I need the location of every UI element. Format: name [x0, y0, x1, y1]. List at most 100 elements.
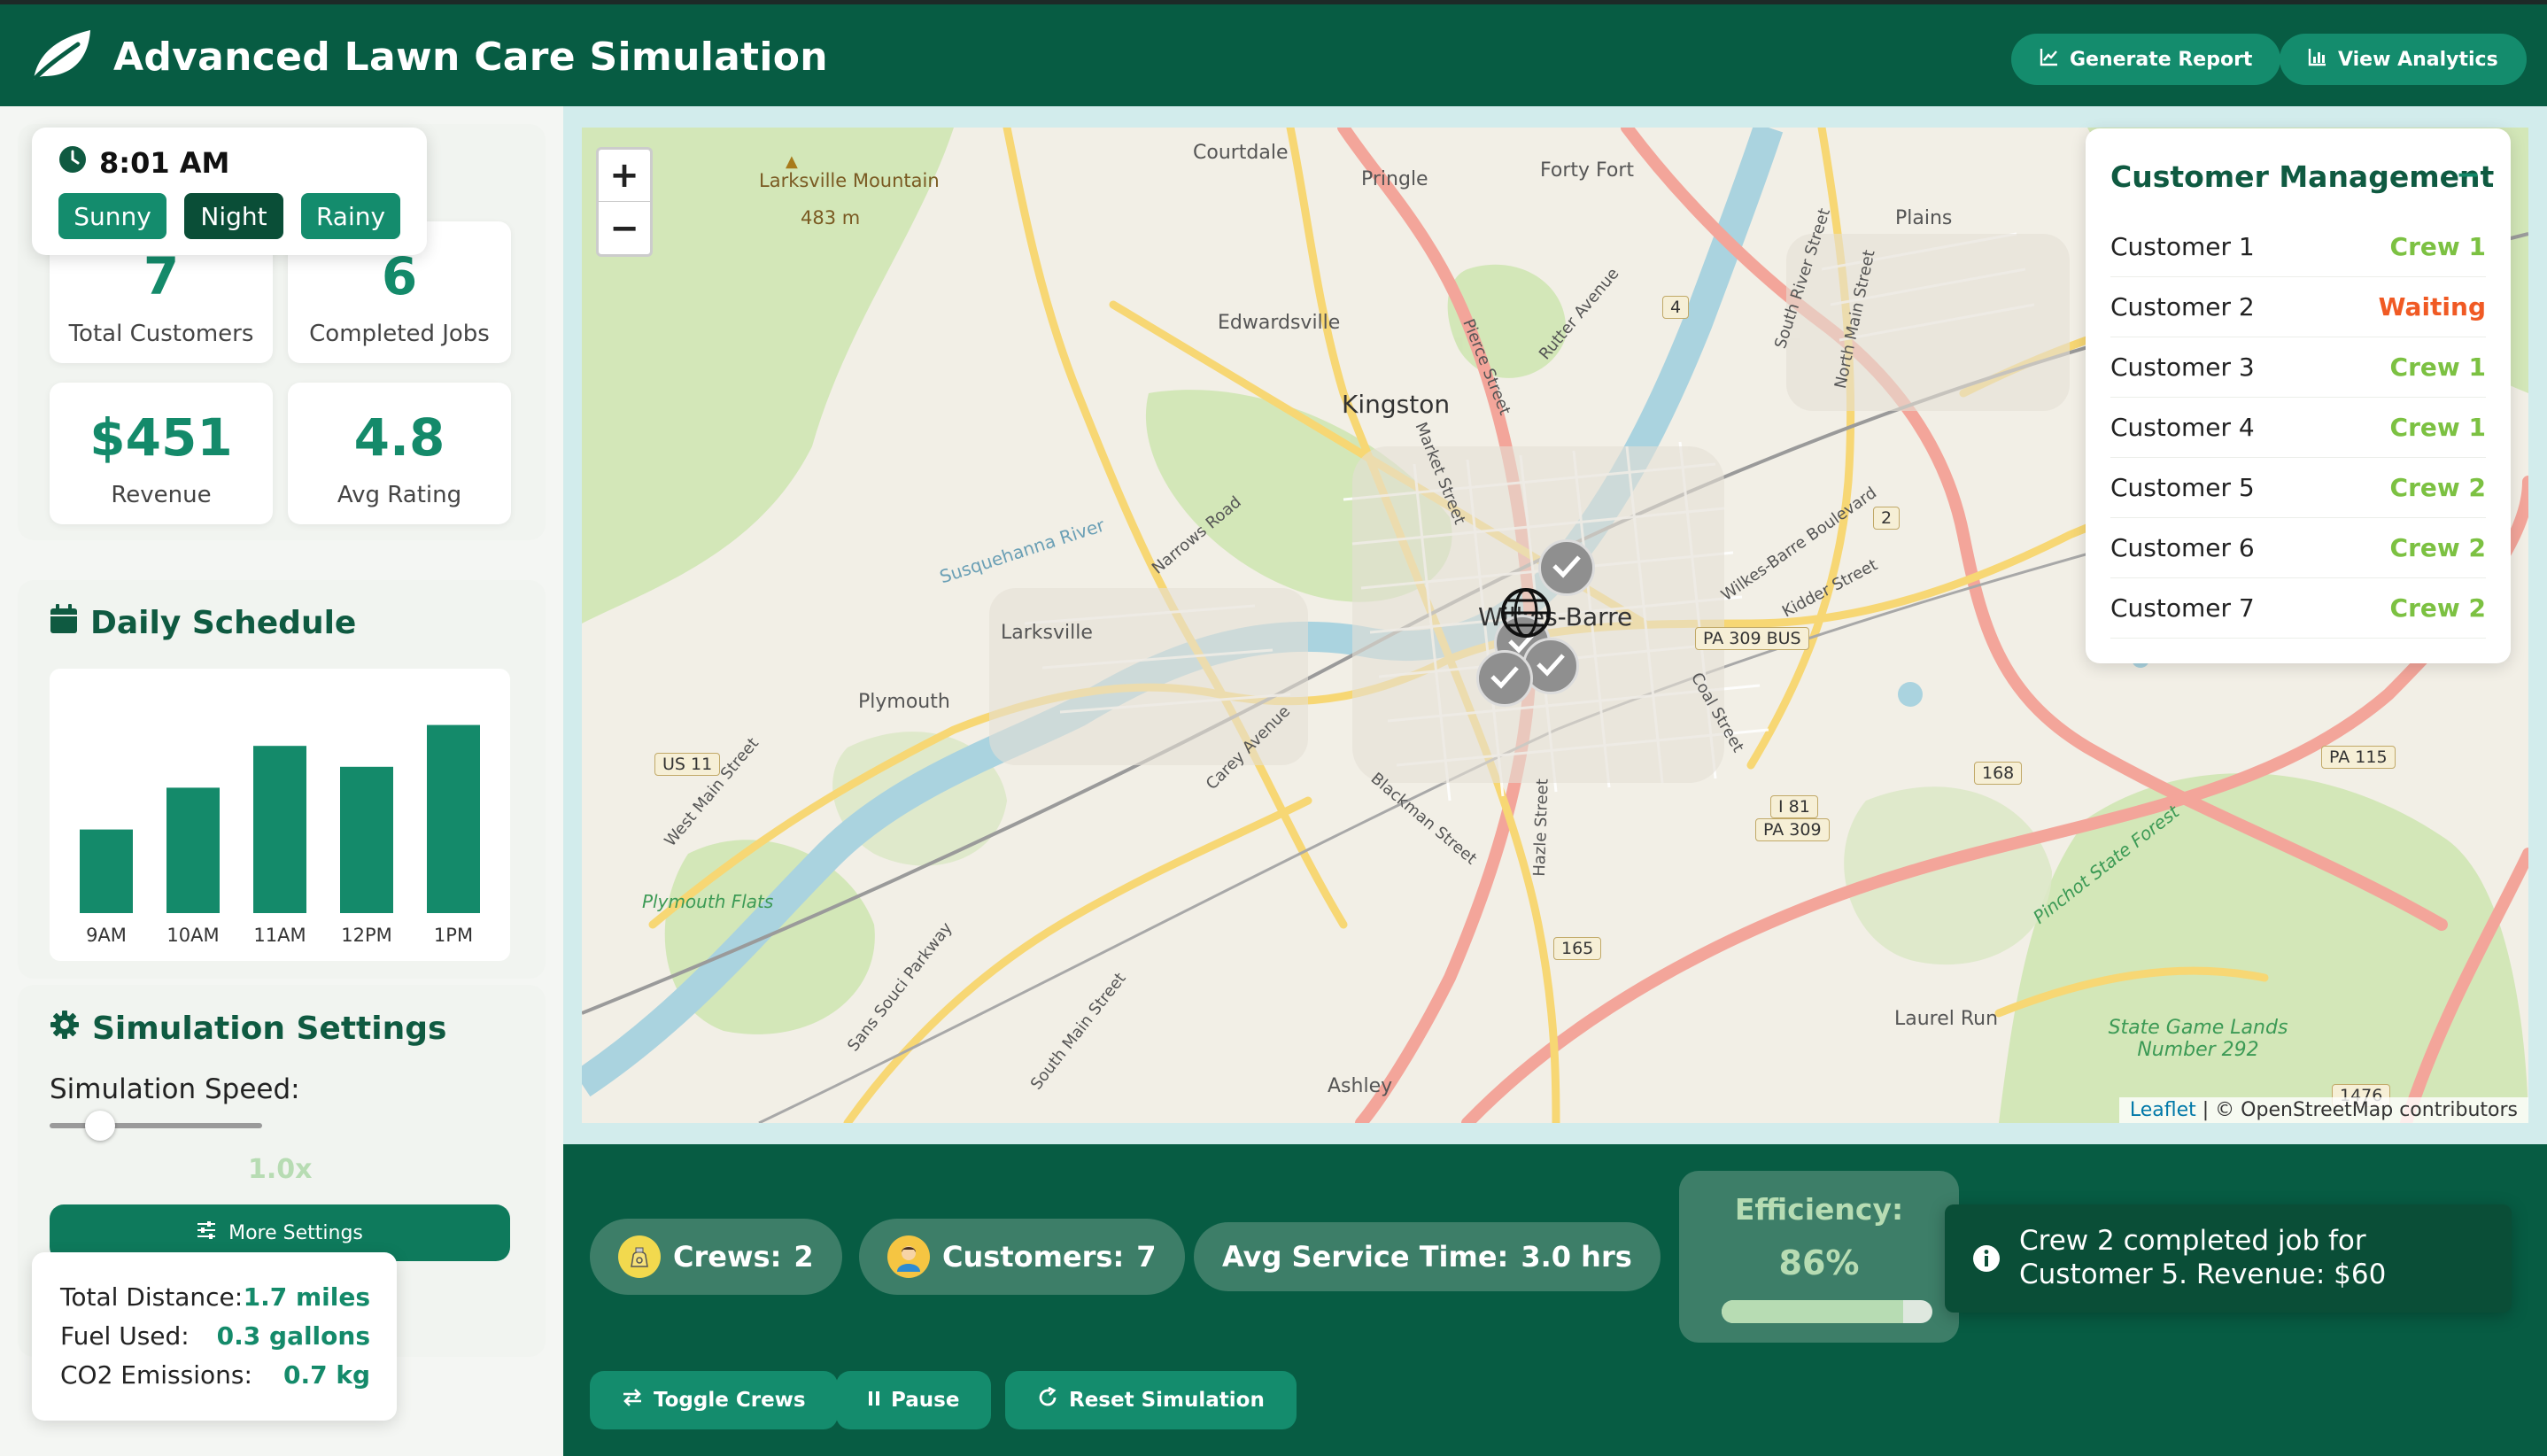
- slider-thumb[interactable]: [85, 1111, 115, 1141]
- map-label: Edwardsville: [1218, 312, 1341, 334]
- map-label: Courtdale: [1193, 142, 1289, 164]
- natural-label: State Game Lands Number 292: [2108, 1017, 2288, 1061]
- map-label: Forty Fort: [1540, 159, 1635, 182]
- app-root: Advanced Lawn Care Simulation Generate R…: [0, 0, 2547, 1456]
- simulation-settings-label: Simulation Settings: [92, 1011, 447, 1047]
- customer-name: Customer 2: [2110, 292, 2255, 321]
- app-header: Advanced Lawn Care Simulation Generate R…: [0, 0, 2547, 106]
- clock-icon: [58, 145, 87, 181]
- map-attribution: Leaflet | © OpenStreetMap contributors: [2118, 1097, 2528, 1123]
- globe-icon[interactable]: [1499, 586, 1552, 643]
- stat-label: Revenue: [111, 482, 212, 508]
- service-time-value: 3.0 hrs: [1521, 1240, 1632, 1274]
- customer-avatar-icon: [887, 1235, 930, 1278]
- stat-value: 4.8: [353, 407, 445, 468]
- daily-schedule-title: Daily Schedule: [50, 604, 356, 642]
- road-shield: US 11: [654, 753, 721, 776]
- customer-row[interactable]: Customer 1 Crew 1: [2110, 217, 2486, 277]
- customers-value: 7: [1136, 1240, 1157, 1274]
- metric-co2-emissions: CO2 Emissions: 0.7 kg: [60, 1360, 370, 1390]
- sliders-icon: [197, 1221, 216, 1244]
- schedule-chart: [50, 669, 510, 961]
- road-shield: PA 115: [2321, 746, 2396, 769]
- weather-night-button[interactable]: Night: [184, 193, 283, 239]
- check-icon: [1490, 664, 1520, 693]
- schedule-tick-label: 9AM: [86, 925, 127, 946]
- reset-simulation-label: Reset Simulation: [1069, 1389, 1265, 1412]
- info-icon: [1971, 1243, 2001, 1281]
- stat-label: Completed Jobs: [309, 321, 490, 347]
- metric-label: Fuel Used:: [60, 1321, 190, 1351]
- weather-sunny-button[interactable]: Sunny: [58, 193, 166, 239]
- metric-label: CO2 Emissions:: [60, 1360, 252, 1390]
- toggle-crews-button[interactable]: Toggle Crews: [590, 1371, 838, 1429]
- customers-label: Customers:: [942, 1240, 1125, 1274]
- road-shield: 165: [1553, 937, 1602, 960]
- metric-label: Total Distance:: [60, 1282, 244, 1312]
- customer-row[interactable]: Customer 3 Crew 1: [2110, 337, 2486, 398]
- service-time-stat: Avg Service Time: 3.0 hrs: [1194, 1222, 1661, 1291]
- notification-toast: Crew 2 completed job for Customer 5. Rev…: [1945, 1204, 2512, 1313]
- toggle-crews-label: Toggle Crews: [654, 1389, 806, 1412]
- generate-report-button[interactable]: Generate Report: [2011, 34, 2281, 85]
- time-weather-widget: 8:01 AM Sunny Night Rainy: [32, 128, 427, 255]
- schedule-bar: [340, 766, 393, 913]
- road-shield: PA 309 BUS: [1695, 627, 1809, 650]
- customer-status: Crew 2: [2389, 473, 2486, 502]
- street-label: Hazle Street: [1529, 778, 1552, 878]
- customer-status: Crew 2: [2389, 533, 2486, 562]
- natural-label: Plymouth Flats: [642, 891, 774, 912]
- schedule-bars: [80, 724, 480, 913]
- service-time-label: Avg Service Time:: [1222, 1240, 1509, 1274]
- zoom-out-button[interactable]: −: [599, 202, 650, 254]
- schedule-tick-label: 11AM: [253, 925, 306, 946]
- customer-name: Customer 5: [2110, 473, 2255, 502]
- pause-icon: [868, 1389, 880, 1412]
- more-settings-label: More Settings: [228, 1221, 363, 1244]
- simulation-speed-slider[interactable]: [50, 1123, 262, 1128]
- stat-value: 6: [381, 246, 418, 306]
- generate-report-label: Generate Report: [2070, 48, 2253, 71]
- natural-label: 483 m: [801, 207, 861, 228]
- weather-rainy-button[interactable]: Rainy: [301, 193, 400, 239]
- calendar-icon: [50, 604, 78, 642]
- map-label: Larksville: [1001, 622, 1093, 644]
- daily-schedule-label: Daily Schedule: [90, 605, 357, 641]
- metric-total-distance: Total Distance: 1.7 miles: [60, 1282, 370, 1312]
- schedule-tick-label: 1PM: [433, 925, 474, 946]
- customer-row[interactable]: Customer 2 Waiting: [2110, 277, 2486, 337]
- customer-name: Customer 7: [2110, 593, 2255, 623]
- customer-status: Crew 1: [2389, 352, 2486, 382]
- stat-label: Total Customers: [68, 321, 254, 347]
- view-analytics-button[interactable]: View Analytics: [2280, 34, 2527, 85]
- mountain-peak-icon: ▲: [786, 152, 798, 171]
- customer-row[interactable]: Customer 6 Crew 2: [2110, 518, 2486, 578]
- map-label: Plymouth: [858, 691, 950, 713]
- osm-attribution: | © OpenStreetMap contributors: [2202, 1099, 2518, 1121]
- reset-icon: [1037, 1386, 1058, 1413]
- leaflet-link[interactable]: Leaflet: [2130, 1099, 2196, 1121]
- customer-status: Crew 1: [2389, 232, 2486, 261]
- pause-label: Pause: [891, 1389, 960, 1412]
- customer-status: Waiting: [2378, 292, 2486, 321]
- check-icon: [1552, 554, 1582, 582]
- zoom-in-button[interactable]: +: [599, 150, 650, 202]
- schedule-tick-label: 10AM: [166, 925, 220, 946]
- app-title: Advanced Lawn Care Simulation: [113, 34, 828, 80]
- pause-button[interactable]: Pause: [836, 1371, 992, 1429]
- collapse-panel-button[interactable]: −: [2456, 157, 2481, 191]
- schedule-bar: [427, 724, 480, 913]
- customer-row[interactable]: Customer 7 Crew 2: [2110, 578, 2486, 639]
- reset-simulation-button[interactable]: Reset Simulation: [1005, 1371, 1297, 1429]
- crew-icon: [618, 1235, 661, 1278]
- customer-row[interactable]: Customer 4 Crew 1: [2110, 398, 2486, 458]
- natural-label: Larksville Mountain: [759, 170, 940, 191]
- customer-row[interactable]: Customer 5 Crew 2: [2110, 458, 2486, 518]
- stat-avg-rating: 4.8 Avg Rating: [288, 383, 511, 524]
- map-label: Pringle: [1361, 168, 1428, 190]
- brand: Advanced Lawn Care Simulation: [28, 26, 828, 88]
- customer-name: Customer 1: [2110, 232, 2255, 261]
- crews-value: 2: [794, 1240, 814, 1274]
- crews-stat: Crews: 2: [590, 1219, 842, 1295]
- job-marker-completed[interactable]: [1476, 650, 1533, 707]
